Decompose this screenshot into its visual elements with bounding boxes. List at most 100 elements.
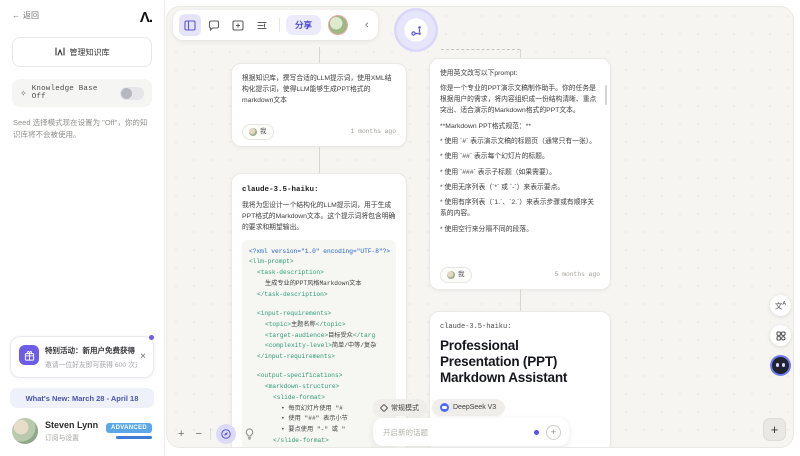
hint-lightbulb-button[interactable] xyxy=(241,425,259,443)
assistant-robot-button[interactable] xyxy=(770,355,791,376)
code-segment: <topic> xyxy=(265,320,291,328)
message-card-user-prompt-1[interactable]: 根据知识库，撰写合适的LLM提示词，使用XML结构化提示词，使得LLM能够生成P… xyxy=(231,63,407,147)
promo-close-button[interactable]: × xyxy=(140,352,146,362)
author-badge: 我 xyxy=(440,266,472,283)
code-segment: • 使用 "##" 表示小节 xyxy=(281,415,348,423)
toolbar-avatar[interactable] xyxy=(328,15,349,35)
code-line: <complexity-level>简单/中等/复杂 xyxy=(249,341,389,352)
canvas-toolbar: 分享 ‹ xyxy=(173,10,378,40)
new-card-icon[interactable] xyxy=(227,14,249,36)
promo-title: 特别活动：新用户免费获得 AI ... xyxy=(45,346,137,355)
canvas-controls: + − xyxy=(175,424,259,444)
code-line: <output-specifications> xyxy=(249,371,389,382)
list-settings-icon[interactable] xyxy=(251,14,273,36)
author-badge: 我 xyxy=(242,123,274,140)
card-scrollbar[interactable] xyxy=(604,85,607,105)
model-name: claude-3.5-haiku: xyxy=(440,323,512,331)
code-segment: </topic> xyxy=(315,320,346,328)
code-segment: 目标受众 xyxy=(328,331,353,339)
code-segment: </task-description> xyxy=(257,291,328,298)
code-line: </slide-format> xyxy=(249,436,389,447)
add-card-fab[interactable]: + xyxy=(763,418,786,441)
code-segment: <target-audience> xyxy=(265,331,329,339)
knowledge-base-icon xyxy=(54,46,65,58)
code-line: <?xml version="1.0" encoding="UTF-8"?> xyxy=(249,247,390,258)
translate-button[interactable]: 文A xyxy=(770,295,791,316)
back-label: 返回 xyxy=(23,11,39,20)
manage-kb-label: 管理知识库 xyxy=(69,47,110,57)
paragraph: * 使用 `#` 表示演示文稿的标题页（通常只有一张）。 xyxy=(440,137,596,145)
sparkle-icon: ✧ xyxy=(20,88,27,98)
code-line: </task-description> xyxy=(249,290,389,301)
card-footer: 我 1 months ago xyxy=(242,123,396,140)
user-subtitle: 订阅与设置 xyxy=(45,435,79,442)
knowledge-base-toggle[interactable] xyxy=(120,86,144,100)
code-line: <llm-prompt> xyxy=(249,257,389,268)
status-dot xyxy=(534,429,539,435)
paragraph: * 使用空行来分隔不同的段落。 xyxy=(440,225,533,233)
right-rail: 文A xyxy=(770,295,791,376)
collapse-chevron[interactable]: ‹ xyxy=(365,19,369,31)
user-avatar xyxy=(12,418,38,444)
apps-grid-button[interactable] xyxy=(770,325,791,346)
code-line: <task-description> xyxy=(249,268,389,279)
manage-knowledge-base-button[interactable]: 管理知识库 xyxy=(12,37,152,67)
code-line: <topic>主题名称</topic> xyxy=(249,320,389,331)
code-segment: • 每页幻灯片使用 "# xyxy=(281,404,343,412)
code-line: <markdown-structure> xyxy=(249,382,389,393)
new-topic-input[interactable] xyxy=(381,426,527,438)
attach-plus-button[interactable]: + xyxy=(546,424,561,440)
model-selector[interactable]: DeepSeek V3 xyxy=(432,399,505,416)
kb-toggle-label: Knowledge Base Off xyxy=(31,85,98,101)
code-line: • 要点使用 "-" 或 " xyxy=(249,425,389,436)
code-segment: 主题名称 xyxy=(291,320,316,328)
comments-icon[interactable] xyxy=(203,14,225,36)
toolbar-divider xyxy=(279,18,280,32)
paragraph: * 使用有序列表（`1.`、`2.`）来表示步骤或有顺序关系的内容。 xyxy=(440,199,595,218)
paragraph: **Markdown PPT格式规范：** xyxy=(440,122,532,130)
code-segment: <llm-prompt> xyxy=(249,258,294,266)
compass-icon xyxy=(221,429,231,439)
code-line: <input-requirements> xyxy=(249,309,389,320)
promo-card: 特别活动：新用户免费获得 AI ... 邀请一位好友即可获得 600 次对话！ … xyxy=(10,335,154,378)
message-body: 使用英文改写以下prompt: 你是一个专业的PPT演示文稿制作助手。你的任务是根… xyxy=(440,69,600,236)
back-arrow-icon: ← xyxy=(12,11,20,20)
author-avatar xyxy=(447,270,455,279)
mode-icon xyxy=(379,403,389,412)
code-segment: </input-requirements> xyxy=(257,353,335,361)
user-account-row[interactable]: Steven Lynn 订阅与设置 ADVANCED xyxy=(12,418,152,444)
code-segment: <slide-format> xyxy=(273,393,325,401)
composer-mode-row: 常规模式 DeepSeek V3 xyxy=(373,399,505,416)
code-segment: <task-description> xyxy=(257,269,324,277)
message-card-user-prompt-2[interactable]: 使用英文改写以下prompt: 你是一个专业的PPT演示文稿制作助手。你的任务是根… xyxy=(429,58,611,290)
lightbulb-icon xyxy=(246,428,254,440)
canvas-node-button[interactable] xyxy=(394,8,438,52)
timestamp: 5 months ago xyxy=(554,270,600,278)
code-block: <?xml version="1.0" encoding="UTF-8"?> <l… xyxy=(242,239,396,447)
gift-icon xyxy=(19,345,39,365)
conversation-canvas[interactable]: 分享 ‹ 根据知识库，撰写合适的LLM提示词，使用XML结构化提示词，使得LLM… xyxy=(166,6,794,448)
assistant-heading: Professional Presentation (PPT) Markdown… xyxy=(440,338,568,386)
sidebar-header: ← 返回 Λ. xyxy=(0,0,164,25)
translate-icon: 文A xyxy=(774,300,787,310)
mode-selector[interactable]: 常规模式 xyxy=(373,399,427,416)
library-panel-icon[interactable] xyxy=(179,14,201,36)
recenter-compass-button[interactable] xyxy=(215,424,236,444)
zoom-in-button[interactable]: + xyxy=(175,428,187,440)
paragraph: * 使用 `##` 表示每个幻灯片的标题。 xyxy=(440,153,549,161)
code-line: </input-requirements> xyxy=(249,352,389,363)
code-segment: <input-requirements> xyxy=(257,309,332,317)
zoom-out-button[interactable]: − xyxy=(192,428,204,440)
share-button[interactable]: 分享 xyxy=(286,15,322,35)
back-button[interactable]: ← 返回 xyxy=(12,10,39,21)
branch-icon xyxy=(410,25,421,36)
author-name: 我 xyxy=(260,127,267,135)
whats-new-banner[interactable]: What's New: March 28 - April 18 xyxy=(10,388,154,408)
timestamp: 1 months ago xyxy=(350,127,396,135)
controls-divider xyxy=(209,428,211,440)
assistant-intro: 我将为您设计一个结构化的LLM提示词，用于生成PPT格式的Markdown文本。… xyxy=(242,202,396,231)
sidebar: ← 返回 Λ. 管理知识库 ✧ Knowledge Base Off Seed … xyxy=(0,0,165,456)
connector-line xyxy=(520,290,521,311)
